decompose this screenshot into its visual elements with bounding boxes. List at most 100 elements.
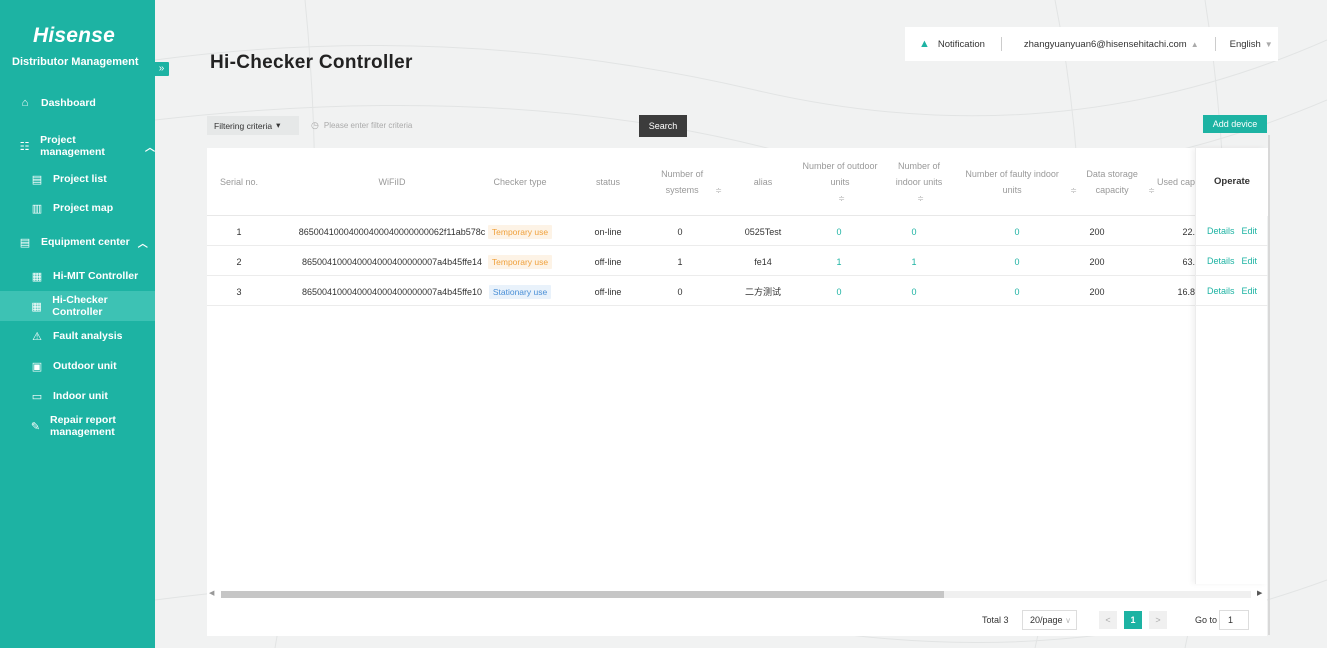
sidebar: Hisense Distributor Management ⌂ Dashboa… bbox=[0, 0, 155, 648]
sort-icon: ≑ bbox=[838, 193, 845, 203]
brand-logo: Hisense bbox=[33, 24, 115, 47]
clock-icon: ◷ bbox=[311, 120, 319, 130]
cell-storage: 200 bbox=[1089, 226, 1105, 237]
details-link[interactable]: Details bbox=[1207, 256, 1235, 266]
caret-down-icon: ▾ bbox=[276, 120, 281, 130]
edit-link[interactable]: Edit bbox=[1242, 256, 1258, 266]
table-row: 1 86500410004000400040000000062f11ab578c… bbox=[207, 217, 1267, 246]
cell-outdoor-units[interactable]: 0 bbox=[799, 217, 879, 246]
details-link[interactable]: Details bbox=[1207, 286, 1235, 296]
cell-systems: 0 bbox=[677, 226, 683, 237]
cell-outdoor-units[interactable]: 0 bbox=[799, 277, 879, 306]
cell-checker-type: Temporary use bbox=[465, 247, 575, 276]
column-header-sortable[interactable]: Number of faulty indoor units ≑ bbox=[957, 148, 1077, 216]
sidebar-item-outdoor-unit[interactable]: ▣ Outdoor unit bbox=[0, 351, 155, 381]
horizontal-scrollbar[interactable]: ◀ ▶ bbox=[207, 588, 1267, 600]
page-title: Hi-Checker Controller bbox=[210, 52, 413, 73]
cell-systems: 1 bbox=[677, 256, 683, 267]
indoor-unit-icon: ▭ bbox=[31, 390, 43, 403]
details-link[interactable]: Details bbox=[1207, 226, 1235, 236]
cell-outdoor-units[interactable]: 1 bbox=[799, 247, 879, 276]
sidebar-item-indoor-unit[interactable]: ▭ Indoor unit bbox=[0, 381, 155, 411]
sidebar-item-label: Dashboard bbox=[41, 97, 96, 109]
page-size-select[interactable]: 20/page ∨ bbox=[1022, 610, 1077, 630]
sidebar-item-label: Equipment center bbox=[41, 236, 130, 248]
pagination: Total 3 20/page ∨ < 1 > Go to 1 bbox=[982, 610, 1262, 632]
type-tag: Temporary use bbox=[487, 224, 553, 239]
edit-link[interactable]: Edit bbox=[1242, 226, 1258, 236]
cell-serial: 3 bbox=[236, 286, 242, 297]
search-button[interactable]: Search bbox=[639, 115, 687, 137]
page-number-button[interactable]: 1 bbox=[1124, 611, 1142, 629]
total-count: Total 3 bbox=[982, 615, 1009, 625]
cell-indoor-units[interactable]: 1 bbox=[881, 247, 947, 276]
cell-storage: 200 bbox=[1089, 256, 1105, 267]
sort-icon: ≑ bbox=[917, 193, 924, 203]
sidebar-item-label: Hi-Checker Controller bbox=[52, 294, 108, 318]
home-icon: ⌂ bbox=[21, 97, 29, 109]
sidebar-item-label: Project list bbox=[53, 173, 107, 185]
prev-page-button[interactable]: < bbox=[1099, 611, 1117, 629]
cell-status: on-line bbox=[594, 226, 622, 237]
filter-input[interactable]: ◷ Please enter filter criteria bbox=[303, 116, 613, 135]
language-selector[interactable]: English bbox=[1230, 39, 1261, 50]
filter-criteria-dropdown[interactable]: Filtering criteria ▾ bbox=[207, 116, 299, 135]
cell-systems: 0 bbox=[677, 286, 683, 297]
column-header: alias bbox=[753, 177, 773, 187]
sidebar-item-project-management[interactable]: ☷ Project management ︿ bbox=[0, 131, 155, 161]
column-header: Checker type bbox=[493, 177, 547, 187]
cell-serial: 1 bbox=[236, 226, 242, 237]
sidebar-item-project-map[interactable]: ▥ Project map bbox=[0, 193, 155, 223]
bell-icon[interactable]: ▲ bbox=[919, 38, 930, 50]
cell-status: off-line bbox=[594, 286, 622, 297]
user-menu[interactable]: zhangyuanyuan6@hisensehitachi.com bbox=[1024, 39, 1187, 50]
sidebar-item-equipment-center[interactable]: ▤ Equipment center ︿ bbox=[0, 227, 155, 257]
sidebar-item-project-list[interactable]: ▤ Project list bbox=[0, 164, 155, 194]
cell-used-capacity: 22. bbox=[1182, 226, 1195, 237]
sidebar-item-label: Outdoor unit bbox=[53, 360, 117, 372]
cell-indoor-units[interactable]: 0 bbox=[881, 277, 947, 306]
sidebar-item-dashboard[interactable]: ⌂ Dashboard bbox=[0, 88, 155, 118]
sidebar-item-repair-report-management[interactable]: ✎ Repair report management bbox=[0, 411, 155, 441]
sidebar-collapse-button[interactable]: » bbox=[154, 62, 169, 76]
controller-icon: ▦ bbox=[31, 270, 43, 283]
goto-page-input[interactable]: 1 bbox=[1219, 610, 1249, 630]
chevron-down-icon[interactable]: ▼ bbox=[1265, 40, 1273, 49]
scroll-left-icon[interactable]: ◀ bbox=[209, 589, 214, 597]
notification-link[interactable]: Notification bbox=[938, 39, 985, 50]
chevron-up-icon: ︿ bbox=[137, 238, 148, 250]
type-tag: Stationary use bbox=[488, 284, 552, 299]
cell-used-capacity: 63. bbox=[1182, 256, 1195, 267]
edit-link[interactable]: Edit bbox=[1242, 286, 1258, 296]
cell-storage: 200 bbox=[1089, 286, 1105, 297]
type-tag: Temporary use bbox=[487, 254, 553, 269]
column-header-sortable[interactable]: Number of indoor units≑ bbox=[881, 148, 957, 216]
add-device-button[interactable]: Add device bbox=[1203, 115, 1267, 133]
sidebar-item-fault-analysis[interactable]: ⚠ Fault analysis bbox=[0, 321, 155, 351]
chevron-up-icon[interactable]: ▲ bbox=[1191, 40, 1199, 49]
scroll-right-icon[interactable]: ▶ bbox=[1257, 589, 1262, 597]
cell-alias: fe14 bbox=[754, 256, 772, 267]
sidebar-item-hi-checker-controller[interactable]: ▦ Hi-Checker Controller bbox=[0, 291, 155, 321]
project-icon: ☷ bbox=[19, 140, 30, 153]
next-page-button[interactable]: > bbox=[1149, 611, 1167, 629]
row-actions: Details Edit bbox=[1196, 247, 1268, 276]
sidebar-item-label: Fault analysis bbox=[53, 330, 123, 342]
cell-used-capacity: 16.8 bbox=[1177, 286, 1195, 297]
column-header-sortable[interactable]: Number of outdoor units≑ bbox=[799, 148, 881, 216]
cell-alias: 0525Test bbox=[744, 226, 782, 237]
column-header-sortable[interactable]: Number of systems ≑ bbox=[647, 148, 727, 216]
cell-status: off-line bbox=[594, 256, 622, 267]
column-header-sortable[interactable]: Data storage capacity ≑ bbox=[1077, 148, 1157, 216]
scrollbar-thumb[interactable] bbox=[221, 591, 944, 598]
column-header: Used capa bbox=[1157, 177, 1197, 187]
row-actions: Details Edit bbox=[1196, 217, 1268, 246]
cell-checker-type: Temporary use bbox=[465, 217, 575, 246]
cell-indoor-units[interactable]: 0 bbox=[881, 217, 947, 246]
vertical-scrollbar[interactable] bbox=[1268, 135, 1270, 635]
table-row: 3 865004100040004000400000007a4b45ffe10 … bbox=[207, 277, 1267, 306]
table-row: 2 865004100040004000400000007a4b45ffe14 … bbox=[207, 247, 1267, 276]
sort-icon: ≑ bbox=[715, 185, 722, 195]
sidebar-item-hi-mit-controller[interactable]: ▦ Hi-MIT Controller bbox=[0, 261, 155, 291]
sidebar-item-label: Indoor unit bbox=[53, 390, 108, 402]
